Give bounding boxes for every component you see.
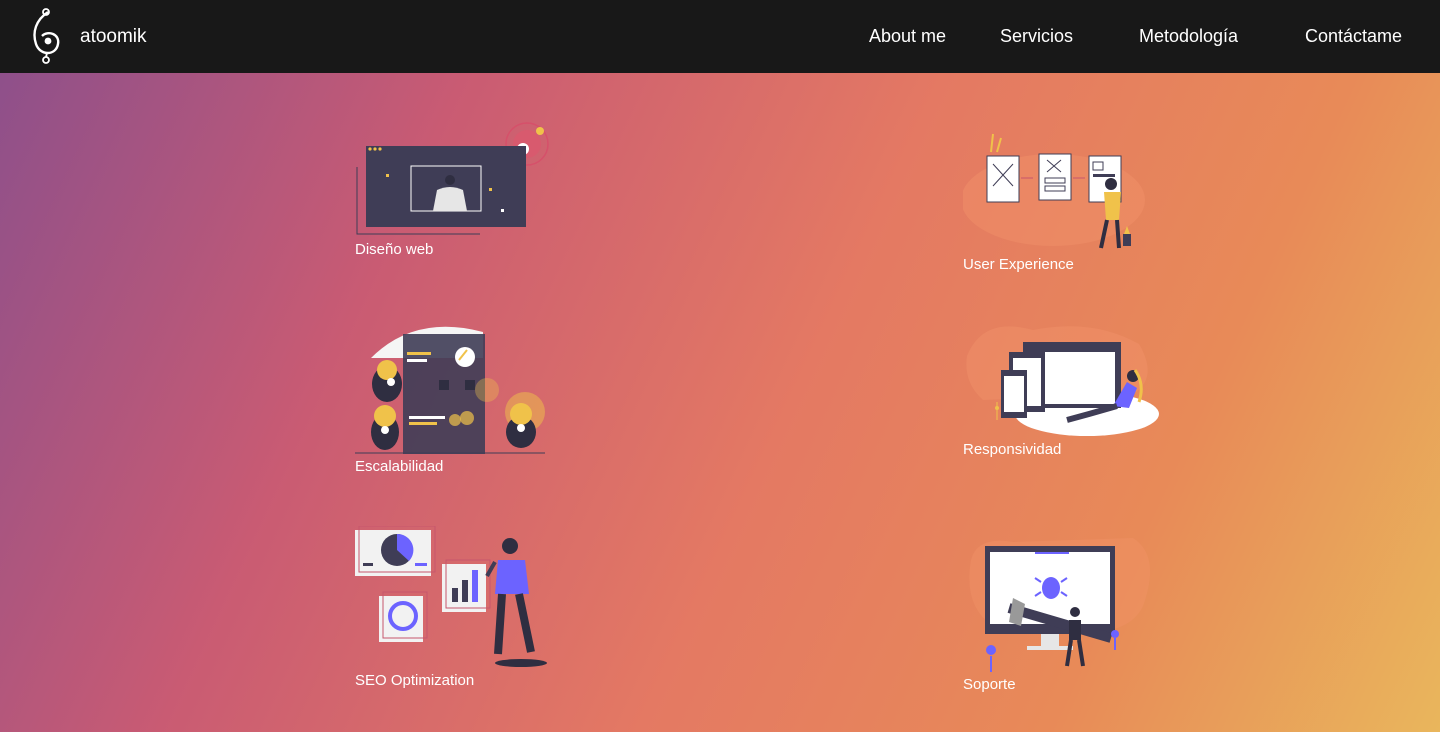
service-label: Soporte	[963, 676, 1016, 693]
service-card-soporte[interactable]: Soporte	[963, 526, 1163, 696]
service-card-responsividad[interactable]: Responsividad	[963, 322, 1163, 462]
atom-spiral-icon[interactable]	[26, 6, 66, 68]
web-design-illustration	[356, 122, 549, 235]
service-label: SEO Optimization	[355, 672, 475, 689]
nav-metodologia[interactable]: Metodología	[1139, 26, 1238, 47]
service-card-escalabilidad[interactable]: Escalabilidad	[355, 322, 555, 482]
seo-illustration	[355, 526, 547, 667]
service-label: Escalabilidad	[355, 458, 444, 475]
wireframe-illustration	[963, 133, 1145, 249]
service-card-seo[interactable]: SEO Optimization	[355, 526, 555, 696]
service-label: Responsividad	[963, 441, 1062, 458]
nav-about-me[interactable]: About me	[869, 26, 946, 47]
service-label: User Experience	[963, 256, 1074, 273]
bug-fix-illustration	[969, 538, 1151, 672]
service-card-diseno-web[interactable]: Diseño web	[355, 122, 555, 262]
top-navbar: atoomik About me Servicios Metodología C…	[0, 0, 1440, 73]
service-card-user-experience[interactable]: User Experience	[963, 128, 1163, 278]
nav-contactame[interactable]: Contáctame	[1305, 26, 1402, 47]
nav-servicios[interactable]: Servicios	[1000, 26, 1073, 47]
scalability-illustration	[355, 326, 545, 454]
brand-name[interactable]: atoomik	[80, 26, 147, 48]
devices-illustration	[966, 326, 1159, 436]
service-label: Diseño web	[355, 241, 434, 258]
